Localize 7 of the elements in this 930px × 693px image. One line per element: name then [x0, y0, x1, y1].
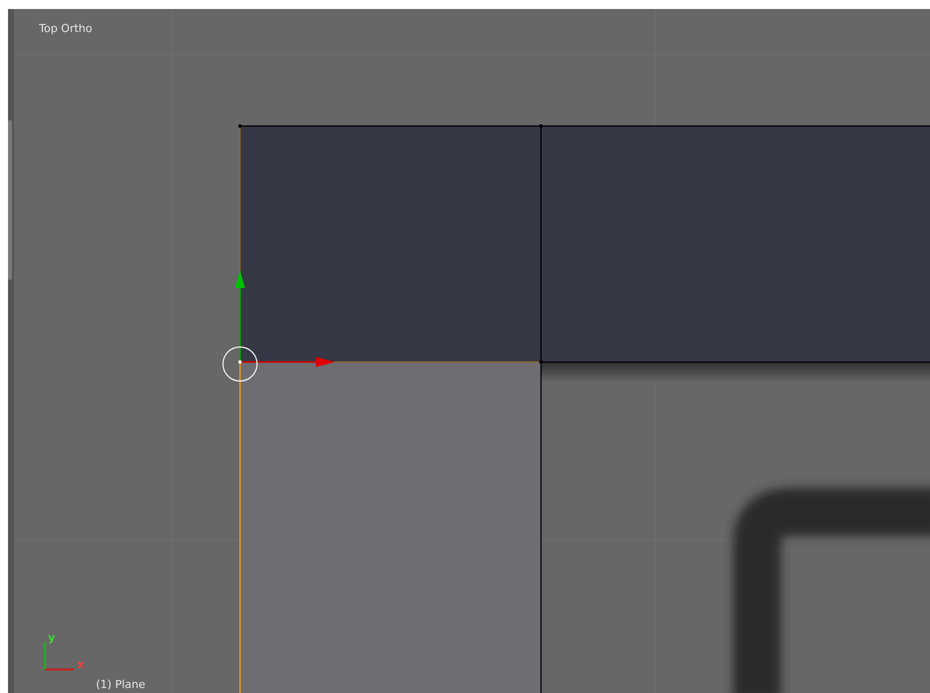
axis-label: x: [77, 658, 84, 671]
view-name: Top Ortho: [39, 22, 92, 35]
3d-cursor-icon: [222, 346, 258, 382]
axis-label: y: [48, 631, 56, 644]
object-label: (1) Plane: [96, 678, 146, 691]
axis-indicator-icon: [44, 642, 74, 670]
transform-gizmo-drawing[interactable]: [235, 270, 335, 367]
